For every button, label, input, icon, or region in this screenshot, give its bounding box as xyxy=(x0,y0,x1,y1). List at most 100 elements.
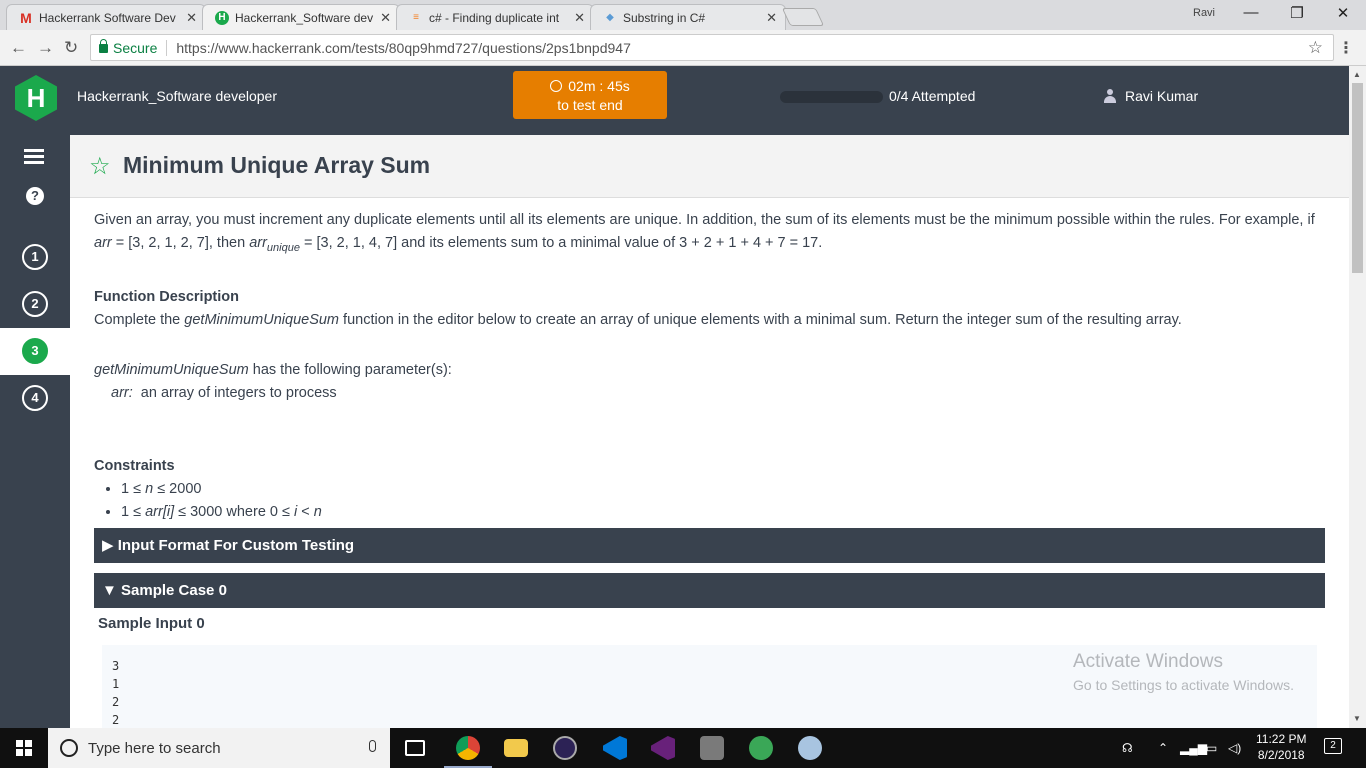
browser-menu-icon[interactable]: ⋮ xyxy=(1338,38,1354,58)
input-format-section-toggle[interactable]: ▶ Input Format For Custom Testing xyxy=(94,528,1325,563)
windows-start-icon[interactable] xyxy=(16,740,32,756)
section-label: Sample Case 0 xyxy=(121,582,227,599)
close-tab-icon[interactable]: ✕ xyxy=(186,10,197,26)
text: = [3, 2, 1, 4, 7] and its elements sum t… xyxy=(299,235,823,251)
text: function in the editor below to create a… xyxy=(339,311,1182,328)
function-name: getMinimumUniqueSum xyxy=(184,311,340,328)
var: arr[i] xyxy=(145,503,175,520)
test-header: H Hackerrank_Software developer 02m : 45… xyxy=(0,66,1349,135)
taskbar-search-input[interactable]: Type here to search xyxy=(48,728,390,768)
constraint-item: 1 ≤ arr[i] ≤ 3000 where 0 ≤ i < n xyxy=(121,501,1324,524)
var: n xyxy=(145,480,154,497)
param-name: arr: xyxy=(111,384,133,401)
back-icon[interactable]: ← xyxy=(10,38,27,58)
sidebar-item-question-3[interactable]: 3 xyxy=(0,328,70,375)
close-tab-icon[interactable]: ✕ xyxy=(574,10,585,26)
tab-title: Hackerrank Software Dev xyxy=(39,10,176,25)
question-list-icon[interactable] xyxy=(24,149,44,167)
new-tab-button[interactable] xyxy=(781,8,825,26)
gmail-icon: M xyxy=(20,9,32,26)
network-icon[interactable]: ▂▄▆ xyxy=(1180,741,1207,755)
watermark-subtitle: Go to Settings to activate Windows. xyxy=(1073,677,1294,693)
parameters: getMinimumUniqueSum has the following pa… xyxy=(94,359,1324,405)
tab-title: Substring in C# xyxy=(623,10,706,25)
action-center-icon[interactable]: 2 xyxy=(1324,738,1342,754)
watermark-title: Activate Windows xyxy=(1073,651,1223,672)
sidebar-item-question-2[interactable]: 2 xyxy=(0,281,70,328)
tab-substring[interactable]: ◆ Substring in C# ✕ xyxy=(590,4,786,30)
problem-panel: ☆ Minimum Unique Array Sum Given an arra… xyxy=(70,135,1349,728)
url-input[interactable]: Secure https://www.hackerrank.com/tests/… xyxy=(90,34,1334,61)
battery-icon[interactable]: ▭ xyxy=(1206,741,1217,755)
file-explorer-icon[interactable] xyxy=(504,739,528,757)
tools-icon[interactable] xyxy=(700,736,724,760)
problem-statement: Given an array, you must increment any d… xyxy=(94,209,1324,524)
secure-label: Secure xyxy=(113,39,158,56)
text: 1 ≤ xyxy=(121,480,146,497)
sample-input-heading: Sample Input 0 xyxy=(98,615,205,632)
tab-gmail[interactable]: M Hackerrank Software Dev ✕ xyxy=(6,4,206,30)
doc-icon: ◆ xyxy=(606,12,614,23)
paint-icon[interactable] xyxy=(798,736,822,760)
people-icon[interactable]: ☊ xyxy=(1122,741,1133,755)
logo-letter: H xyxy=(26,82,46,113)
timer-label: to test end xyxy=(557,97,623,113)
show-hidden-icons[interactable]: ⌃ xyxy=(1158,741,1168,755)
volume-icon[interactable]: ◁) xyxy=(1228,741,1241,755)
section-heading: Function Description xyxy=(94,288,239,305)
code-line: 2 xyxy=(112,695,120,709)
sample-case-section-toggle[interactable]: ▼ Sample Case 0 xyxy=(94,573,1325,608)
chrome-icon[interactable] xyxy=(456,736,480,760)
text: has the following parameter(s): xyxy=(248,361,452,378)
subscript-unique: unique xyxy=(266,241,300,254)
clock-date: 8/2/2018 xyxy=(1257,748,1305,762)
user-icon xyxy=(1103,89,1117,103)
tab-stackoverflow[interactable]: ≡ c# - Finding duplicate int ✕ xyxy=(396,4,594,30)
sidebar-item-question-4[interactable]: 4 xyxy=(0,375,70,422)
user-name: Ravi Kumar xyxy=(1125,88,1199,104)
visual-studio-icon[interactable] xyxy=(651,736,675,760)
profile-name[interactable]: Ravi xyxy=(1193,7,1215,19)
forward-icon[interactable]: → xyxy=(37,38,54,58)
clock-icon xyxy=(550,80,563,92)
scroll-down-icon[interactable]: ▼ xyxy=(1353,714,1361,723)
secure-indicator[interactable]: Secure xyxy=(99,39,158,56)
bookmark-star-icon[interactable]: ☆ xyxy=(1308,38,1323,58)
var: n xyxy=(313,503,322,520)
page-scrollbar[interactable]: ▲ ▼ xyxy=(1349,66,1366,728)
attempt-progress-bar xyxy=(780,91,883,103)
scroll-up-icon[interactable]: ▲ xyxy=(1353,70,1361,79)
green-app-icon[interactable] xyxy=(749,736,773,760)
attempted-count: 0/4 Attempted xyxy=(889,88,976,104)
constraints: Constraints 1 ≤ n ≤ 2000 1 ≤ arr[i] ≤ 30… xyxy=(94,455,1324,524)
text: < xyxy=(297,503,314,520)
close-tab-icon[interactable]: ✕ xyxy=(766,10,777,26)
divider xyxy=(166,39,168,56)
lock-icon xyxy=(99,39,108,53)
microphone-icon[interactable] xyxy=(369,740,376,752)
hackerrank-icon: H xyxy=(215,10,229,25)
function-description: Function Description Complete the getMin… xyxy=(94,286,1324,332)
minimize-icon[interactable]: — xyxy=(1236,4,1266,21)
eclipse-icon[interactable] xyxy=(553,736,577,760)
restore-icon[interactable]: ❐ xyxy=(1282,4,1312,22)
user-menu[interactable]: Ravi Kumar xyxy=(1103,88,1198,104)
text: Complete the xyxy=(94,311,185,328)
var-arr: arr xyxy=(94,235,112,251)
close-tab-icon[interactable]: ✕ xyxy=(380,10,391,26)
vscode-icon[interactable] xyxy=(603,736,627,760)
close-window-icon[interactable]: ✕ xyxy=(1328,4,1358,22)
code-line: 2 xyxy=(112,713,120,727)
tab-hackerrank[interactable]: H Hackerrank_Software dev ✕ xyxy=(202,4,400,30)
scroll-thumb[interactable] xyxy=(1352,83,1363,273)
sidebar-item-question-1[interactable]: 1 xyxy=(0,234,70,281)
help-icon[interactable]: ? xyxy=(26,187,44,205)
taskbar-clock[interactable]: 11:22 PM 8/2/2018 xyxy=(1256,731,1306,763)
function-name: getMinimumUniqueSum xyxy=(94,361,249,378)
var-arr-unique: arr xyxy=(249,235,267,251)
reload-icon[interactable]: ↻ xyxy=(64,38,78,58)
bookmark-star-icon[interactable]: ☆ xyxy=(89,152,111,181)
task-view-icon[interactable] xyxy=(405,740,425,756)
text: = [3, 2, 1, 2, 7], then xyxy=(111,235,250,251)
problem-title-bar: ☆ Minimum Unique Array Sum xyxy=(70,135,1349,198)
